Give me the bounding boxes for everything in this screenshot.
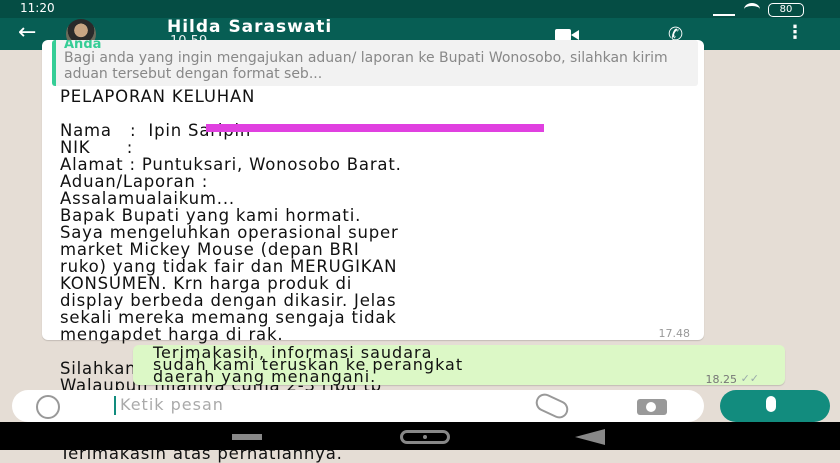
status-bar: 11:20 80 xyxy=(0,0,840,18)
status-time: 11:20 xyxy=(20,1,55,15)
signal-icon xyxy=(713,4,735,16)
wifi-icon xyxy=(744,3,760,16)
redaction-mark xyxy=(206,124,544,132)
message-input[interactable]: Ketik pesan xyxy=(120,395,224,414)
more-options-icon[interactable]: ⋮ xyxy=(786,22,804,43)
attach-icon[interactable] xyxy=(532,390,572,422)
arrow-left-icon[interactable]: ← xyxy=(18,22,36,44)
back-icon[interactable] xyxy=(575,429,605,445)
emoji-icon[interactable] xyxy=(36,395,60,419)
camera-icon[interactable] xyxy=(637,399,667,415)
battery-icon: 80 xyxy=(768,3,804,17)
incoming-message[interactable]: Anda Bagi anda yang ingin mengajukan adu… xyxy=(42,40,704,462)
outgoing-message-time: 18.25 xyxy=(705,373,738,386)
read-ticks-icon: ✓✓ xyxy=(740,372,759,385)
quoted-text: Bagi anda yang ingin mengajukan aduan/ l… xyxy=(64,50,668,82)
android-navigation-bar xyxy=(0,422,840,450)
message-composer[interactable]: Ketik pesan xyxy=(12,390,704,422)
quoted-message[interactable]: Anda Bagi anda yang ingin mengajukan adu… xyxy=(52,40,698,86)
microphone-button[interactable] xyxy=(720,390,830,422)
home-icon[interactable] xyxy=(400,430,450,444)
incoming-message-time: 17.48 xyxy=(658,327,691,340)
text-cursor xyxy=(114,396,116,415)
outgoing-message[interactable]: Terimakasih, informasi saudara sudah kam… xyxy=(133,343,785,386)
outgoing-message-text: Terimakasih, informasi saudara sudah kam… xyxy=(153,343,464,386)
recents-icon[interactable] xyxy=(232,434,262,440)
